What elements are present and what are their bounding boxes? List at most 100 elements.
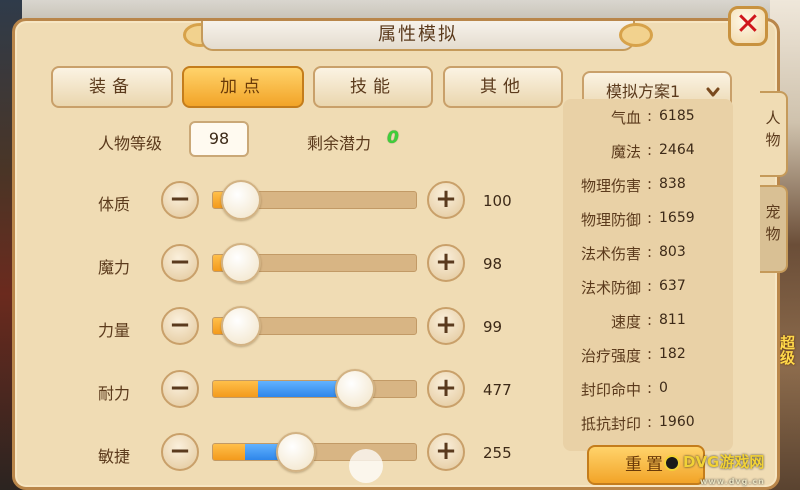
constitution-slider-knob[interactable] xyxy=(221,180,262,220)
attribute-row: 治疗强度:182 xyxy=(563,345,733,375)
stat-label-magic: 魔力 xyxy=(98,258,131,277)
watermark-subtext: www.dvg.cn xyxy=(700,477,765,486)
attribute-colon: : xyxy=(647,413,653,431)
endurance-minus-button[interactable]: − xyxy=(161,370,199,408)
endurance-slider-knob[interactable] xyxy=(335,369,376,409)
constitution-plus-button[interactable]: + xyxy=(427,181,465,219)
close-icon: ✕ xyxy=(735,7,761,42)
magic-value: 98 xyxy=(483,255,503,273)
endurance-slider[interactable] xyxy=(212,369,417,409)
agility-base-fill xyxy=(213,444,246,460)
background-scene-text: 超级 xyxy=(778,335,796,365)
magic-plus-button[interactable]: + xyxy=(427,244,465,282)
level-input[interactable]: 98 xyxy=(189,121,249,157)
attribute-name: 法术防御 xyxy=(580,279,641,297)
attribute-name: 法术伤害 xyxy=(580,245,641,263)
attribute-value: 838 xyxy=(659,176,686,192)
attribute-list: 气血:6185 魔法:2464 物理伤害:838 物理防御:1659 法术伤害:… xyxy=(563,99,733,451)
attribute-value: 2464 xyxy=(659,142,695,158)
constitution-minus-button[interactable]: − xyxy=(161,181,199,219)
attribute-row: 气血:6185 xyxy=(563,107,733,137)
tab-equipment[interactable]: 装备 xyxy=(51,66,173,108)
strength-slider-knob[interactable] xyxy=(221,306,262,346)
plus-icon: + xyxy=(435,184,457,214)
plus-icon: + xyxy=(435,373,457,403)
minus-icon: − xyxy=(169,436,191,466)
tab-skills[interactable]: 技能 xyxy=(313,66,433,108)
strength-plus-button[interactable]: + xyxy=(427,307,465,345)
attribute-name: 封印命中 xyxy=(580,381,641,399)
side-tab-character[interactable]: 人物 xyxy=(760,91,788,177)
attribute-colon: : xyxy=(647,209,653,227)
endurance-plus-button[interactable]: + xyxy=(427,370,465,408)
attribute-name: 气血 xyxy=(610,109,641,127)
agility-slider-knob[interactable] xyxy=(276,432,317,472)
attribute-row: 物理防御:1659 xyxy=(563,209,733,239)
stat-label-strength: 力量 xyxy=(98,321,131,340)
attribute-value: 1960 xyxy=(659,414,695,430)
attribute-colon: : xyxy=(647,107,653,125)
potential-value: 0 xyxy=(387,128,399,148)
strength-value: 99 xyxy=(483,318,503,336)
agility-slider[interactable] xyxy=(212,432,417,472)
attribute-value: 1659 xyxy=(659,210,695,226)
stat-label-agility: 敏捷 xyxy=(98,447,131,466)
strength-minus-button[interactable]: − xyxy=(161,307,199,345)
attribute-row: 速度:811 xyxy=(563,311,733,341)
minus-icon: − xyxy=(169,373,191,403)
plus-icon: + xyxy=(435,247,457,277)
constitution-value: 100 xyxy=(483,192,512,210)
minus-icon: − xyxy=(169,310,191,340)
magic-slider[interactable] xyxy=(212,243,417,283)
side-tab-pet-label: 宠物 xyxy=(765,203,781,243)
magic-slider-knob[interactable] xyxy=(221,243,262,283)
attribute-colon: : xyxy=(647,277,653,295)
attribute-value: 6185 xyxy=(659,108,695,124)
endurance-value: 477 xyxy=(483,381,512,399)
tab-other[interactable]: 其他 xyxy=(443,66,563,108)
agility-minus-button[interactable]: − xyxy=(161,433,199,471)
attribute-row: 魔法:2464 xyxy=(563,141,733,171)
level-label: 人物等级 xyxy=(98,134,163,153)
watermark-text: DVG游戏网 xyxy=(683,453,765,471)
attribute-name: 物理伤害 xyxy=(580,177,641,195)
attribute-value: 0 xyxy=(659,380,668,396)
attribute-colon: : xyxy=(647,379,653,397)
attribute-colon: : xyxy=(647,141,653,159)
side-tab-character-label: 人物 xyxy=(765,109,781,149)
stat-label-constitution: 体质 xyxy=(98,195,131,214)
strength-slider[interactable] xyxy=(212,306,417,346)
touch-indicator xyxy=(349,449,383,483)
stat-label-endurance: 耐力 xyxy=(98,384,131,403)
title-bar: 属性模拟 xyxy=(183,21,653,55)
minus-icon: − xyxy=(169,184,191,214)
attribute-value: 637 xyxy=(659,278,686,294)
plus-icon: + xyxy=(435,436,457,466)
watermark-logo-icon xyxy=(664,454,680,471)
constitution-slider[interactable] xyxy=(212,180,417,220)
side-tab-pet[interactable]: 宠物 xyxy=(760,185,788,273)
attribute-value: 811 xyxy=(659,312,686,328)
attribute-value: 182 xyxy=(659,346,686,362)
attribute-value: 803 xyxy=(659,244,686,260)
title-ornament-right xyxy=(619,23,653,47)
potential-label: 剩余潜力 xyxy=(307,134,372,153)
attribute-row: 法术伤害:803 xyxy=(563,243,733,273)
attribute-row: 物理伤害:838 xyxy=(563,175,733,205)
site-watermark: DVG游戏网 www.dvg.cn xyxy=(664,452,800,490)
attribute-name: 物理防御 xyxy=(580,211,641,229)
endurance-base-fill xyxy=(213,381,258,397)
attribute-name: 魔法 xyxy=(610,143,641,161)
agility-value: 255 xyxy=(483,444,512,462)
close-button[interactable]: ✕ xyxy=(728,6,768,46)
attribute-colon: : xyxy=(647,243,653,261)
attribute-colon: : xyxy=(647,345,653,363)
attribute-row: 法术防御:637 xyxy=(563,277,733,307)
attribute-name: 抵抗封印 xyxy=(580,415,641,433)
window-title: 属性模拟 xyxy=(201,21,635,51)
magic-minus-button[interactable]: − xyxy=(161,244,199,282)
attribute-colon: : xyxy=(647,311,653,329)
plus-icon: + xyxy=(435,310,457,340)
agility-plus-button[interactable]: + xyxy=(427,433,465,471)
tab-add-points[interactable]: 加点 xyxy=(182,66,304,108)
